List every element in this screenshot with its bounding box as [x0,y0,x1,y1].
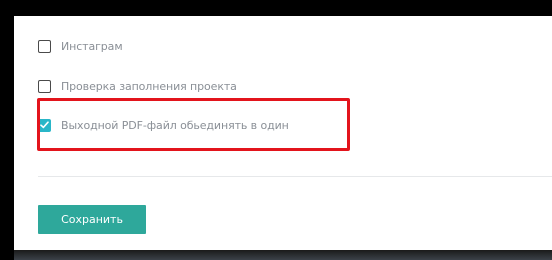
checkbox-project-check[interactable] [38,79,51,93]
checkbox-instagram[interactable] [38,39,51,53]
option-project-check-label: Проверка заполнения проекта [61,79,237,93]
section-divider [38,176,552,177]
option-instagram-label: Инстаграм [61,39,123,53]
option-project-check[interactable]: Проверка заполнения проекта [38,76,237,96]
highlight-annotation [37,98,350,151]
save-button[interactable]: Сохранить [38,205,146,234]
option-instagram[interactable]: Инстаграм [38,36,123,56]
window-bottom-edge [14,250,552,260]
